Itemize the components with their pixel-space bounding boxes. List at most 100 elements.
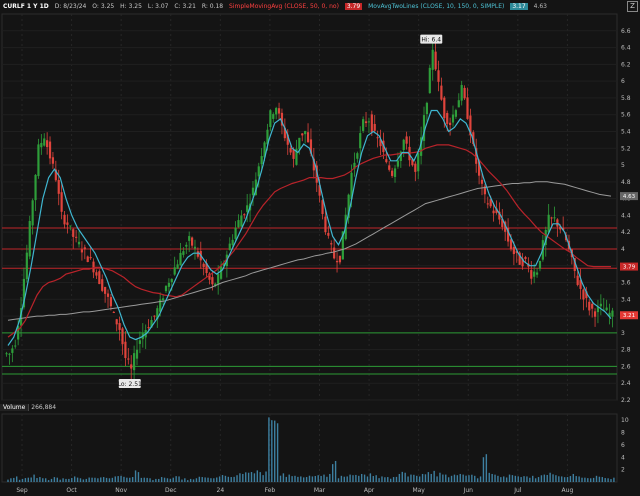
volume-bar[interactable] [169,478,172,482]
candle-body[interactable] [89,256,92,259]
volume-bar[interactable] [430,473,432,482]
volume-bar[interactable] [456,475,459,482]
volume-bar[interactable] [21,478,24,482]
volume-bar[interactable] [439,472,441,482]
volume-bar[interactable] [427,472,430,482]
candle-body[interactable] [605,307,608,311]
volume-bar[interactable] [253,473,256,482]
candle-body[interactable] [8,353,11,355]
candle-body[interactable] [196,251,199,257]
candle-body[interactable] [98,271,101,285]
volume-bar[interactable] [297,476,299,482]
candle-body[interactable] [440,85,443,100]
candle-body[interactable] [388,165,391,170]
volume-bar[interactable] [334,460,337,482]
volume-bar[interactable] [71,477,73,482]
volume-bar[interactable] [523,476,525,482]
candle-body[interactable] [188,236,191,241]
volume-bar[interactable] [117,476,119,482]
volume-bar[interactable] [450,475,453,482]
volume-bar[interactable] [216,477,218,482]
volume-bar[interactable] [479,476,482,482]
candle-body[interactable] [176,264,179,269]
volume-bar[interactable] [274,420,276,482]
volume-bar[interactable] [595,475,598,482]
volume-bar[interactable] [166,478,169,482]
volume-bar[interactable] [88,477,90,482]
candle-body[interactable] [138,340,142,344]
volume-bar[interactable] [184,478,186,482]
candle-body[interactable] [69,225,72,227]
volume-bar[interactable] [311,476,314,482]
candle-body[interactable] [75,236,78,238]
candle-body[interactable] [83,247,86,250]
volume-bar[interactable] [387,477,389,482]
volume-bar[interactable] [245,472,247,482]
candle-body[interactable] [173,267,176,275]
candle-body[interactable] [327,232,330,236]
candle-body[interactable] [277,108,281,114]
volume-bar[interactable] [549,472,551,482]
candle-body[interactable] [292,149,295,159]
volume-bar[interactable] [389,478,392,482]
volume-bar[interactable] [47,480,50,482]
volume-bar[interactable] [230,477,232,482]
volume-bar[interactable] [210,478,212,482]
volume-bar[interactable] [369,473,372,482]
volume-bar[interactable] [50,478,53,482]
volume-bar[interactable] [584,477,586,482]
candle-body[interactable] [124,341,127,359]
candle-body[interactable] [106,293,110,297]
volume-bar[interactable] [62,478,64,482]
candle-body[interactable] [48,141,52,159]
candle-body[interactable] [109,297,113,307]
volume-bar[interactable] [44,478,47,482]
candle-body[interactable] [446,112,449,124]
volume-bar[interactable] [555,475,557,482]
volume-bar[interactable] [27,477,29,482]
volume-bar[interactable] [317,475,319,482]
volume-bar[interactable] [392,477,395,482]
candle-body[interactable] [217,274,220,284]
volume-bar[interactable] [82,479,85,482]
volume-bar[interactable] [56,477,58,482]
candle-body[interactable] [304,130,307,135]
volume-bar[interactable] [575,476,577,482]
candle-body[interactable] [449,122,452,125]
volume-bar[interactable] [242,473,244,482]
volume-bar[interactable] [181,479,183,482]
candle-body[interactable] [31,200,34,226]
volume-bar[interactable] [578,476,580,482]
candle-body[interactable] [486,203,489,205]
volume-bar[interactable] [218,476,221,482]
candle-body[interactable] [547,214,550,233]
volume-bar[interactable] [33,474,35,482]
candle-body[interactable] [396,160,400,167]
volume-bar[interactable] [36,478,38,482]
candle-body[interactable] [417,152,420,172]
volume-bar[interactable] [561,476,563,482]
volume-bar[interactable] [279,475,282,482]
volume-bar[interactable] [613,477,615,482]
volume-bar[interactable] [213,478,215,482]
volume-bar[interactable] [91,477,93,482]
volume-bar[interactable] [520,477,522,482]
volume-bar[interactable] [30,477,32,482]
volume-bar[interactable] [598,476,601,482]
volume-bar[interactable] [65,478,67,482]
candle-body[interactable] [66,222,69,225]
candle-body[interactable] [428,67,431,94]
candle-body[interactable] [51,157,55,164]
candle-body[interactable] [40,142,43,148]
volume-bar[interactable] [271,420,273,482]
candle-body[interactable] [179,252,182,266]
volume-bar[interactable] [108,478,111,482]
volume-bar[interactable] [18,479,21,482]
volume-bar[interactable] [291,476,293,482]
volume-bar[interactable] [308,475,311,482]
volume-bar[interactable] [100,477,102,482]
volume-bar[interactable] [592,477,595,482]
candle-body[interactable] [240,215,243,227]
volume-bar[interactable] [604,478,606,482]
volume-bar[interactable] [79,478,82,482]
